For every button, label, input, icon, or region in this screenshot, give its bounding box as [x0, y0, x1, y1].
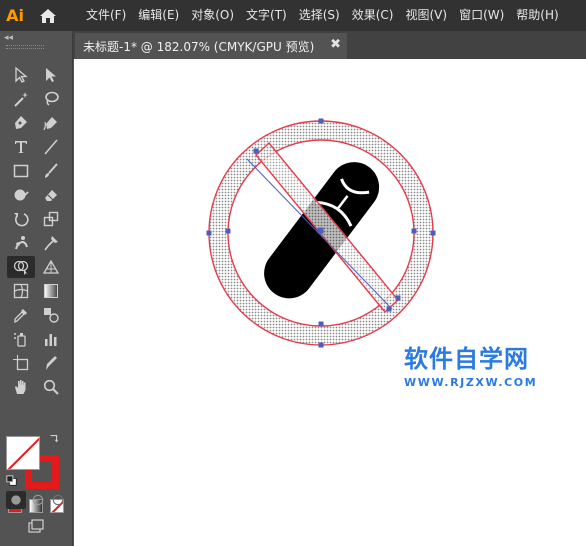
menu-bar: Ai 文件(F) 编辑(E) 对象(O) 文字(T) 选择(S) 效果(C) 视… [0, 0, 586, 31]
close-icon[interactable]: ✖ [330, 37, 341, 52]
paintbrush-tool-icon[interactable] [39, 160, 63, 182]
menu-effect[interactable]: 效果(C) [346, 0, 400, 31]
eyedropper-tool-icon[interactable] [9, 304, 33, 326]
artwork[interactable] [74, 59, 586, 546]
app-logo: Ai [0, 0, 30, 31]
type-tool-icon[interactable] [9, 136, 33, 158]
shape-builder-tool-icon[interactable] [7, 256, 35, 278]
menu-select[interactable]: 选择(S) [293, 0, 346, 31]
eraser-tool-icon[interactable] [39, 184, 63, 206]
document-tab-title: 未标题-1* @ 182.07% (CMYK/GPU 预览) [83, 39, 315, 54]
menu-object[interactable]: 对象(O) [185, 0, 240, 31]
menu-help[interactable]: 帮助(H) [510, 0, 564, 31]
tools-panel: ◂◂ [0, 31, 73, 546]
fill-swatch[interactable] [6, 436, 40, 470]
menu-edit[interactable]: 编辑(E) [132, 0, 185, 31]
column-graph-tool-icon[interactable] [39, 328, 63, 350]
symbol-sprayer-tool-icon[interactable] [9, 328, 33, 350]
curvature-tool-icon[interactable] [39, 112, 63, 134]
rectangle-tool-icon[interactable] [9, 160, 33, 182]
menu-window[interactable]: 窗口(W) [453, 0, 510, 31]
pen-tool-icon[interactable] [9, 112, 33, 134]
menu-type[interactable]: 文字(T) [240, 0, 293, 31]
default-colors-icon[interactable] [5, 474, 19, 488]
hand-tool-icon[interactable] [9, 376, 33, 398]
panel-grip[interactable] [6, 45, 44, 49]
menu-items: 文件(F) 编辑(E) 对象(O) 文字(T) 选择(S) 效果(C) 视图(V… [80, 0, 565, 31]
shaper-tool-icon[interactable] [9, 184, 33, 206]
zoom-tool-icon[interactable] [39, 376, 63, 398]
draw-behind-icon[interactable] [28, 491, 48, 509]
rotate-tool-icon[interactable] [9, 208, 33, 230]
menu-view[interactable]: 视图(V) [399, 0, 453, 31]
artboard-canvas[interactable]: 软件自学网 WWW.RJZXW.COM [74, 59, 586, 546]
line-segment-tool-icon[interactable] [39, 136, 63, 158]
artboard-tool-icon[interactable] [9, 352, 33, 374]
collapse-panel-icon[interactable]: ◂◂ [4, 33, 13, 43]
swap-fill-stroke-icon[interactable] [47, 432, 61, 446]
scale-tool-icon[interactable] [39, 208, 63, 230]
home-icon[interactable] [30, 0, 66, 31]
menu-file[interactable]: 文件(F) [80, 0, 132, 31]
gradient-tool-icon[interactable] [39, 280, 63, 302]
watermark-title: 软件自学网 [404, 345, 529, 373]
slice-tool-icon[interactable] [39, 352, 63, 374]
direct-selection-tool-icon[interactable] [39, 64, 63, 86]
watermark-url: WWW.RJZXW.COM [404, 376, 538, 389]
free-transform-tool-icon[interactable] [39, 232, 63, 254]
lasso-tool-icon[interactable] [39, 88, 63, 110]
puppet-warp-tool-icon[interactable] [9, 232, 33, 254]
screen-mode-icon[interactable] [24, 515, 48, 537]
document-tab[interactable]: 未标题-1* @ 182.07% (CMYK/GPU 预览) ✖ [75, 33, 347, 59]
selection-guides [206, 118, 436, 348]
blend-tool-icon[interactable] [39, 304, 63, 326]
draw-normal-icon[interactable] [6, 491, 26, 509]
magic-wand-tool-icon[interactable] [9, 88, 33, 110]
watermark: 软件自学网 WWW.RJZXW.COM [404, 339, 537, 389]
draw-inside-icon[interactable] [48, 491, 68, 509]
selection-tool-icon[interactable] [9, 64, 33, 86]
mesh-tool-icon[interactable] [9, 280, 33, 302]
perspective-grid-tool-icon[interactable] [39, 256, 63, 278]
